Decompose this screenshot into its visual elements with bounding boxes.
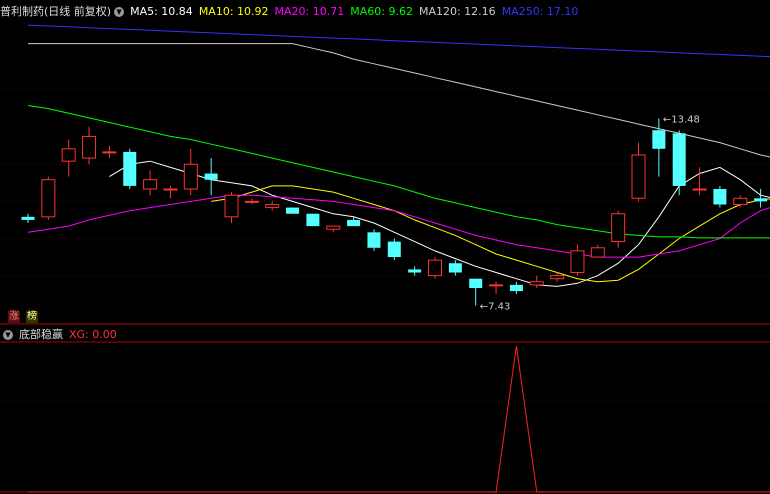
candle-body-down [713,189,727,205]
grid-lines [0,50,770,493]
candle-body-down [367,232,381,248]
candle-body-up [41,179,56,218]
indicator-title: 底部稳赢 [19,328,63,341]
candle-body-down [469,278,483,288]
candle-body-up [143,179,158,190]
candle-body-up [590,247,605,258]
chevron-down-icon[interactable]: ▼ [114,7,125,17]
candle-body-up [631,154,646,199]
candle-body-up [244,200,259,203]
candlesticks [21,118,768,306]
ma-label: MA10: 10.92 [198,5,269,18]
candle-body-up [163,188,178,191]
candle-body-down [754,198,768,202]
candle-body-up [224,194,239,218]
chart-canvas: ←13.48 ←7.43 [0,24,770,493]
candle-body-up [570,250,585,274]
ma-legend: MA5: 10.84 MA10: 10.92 MA20: 10.71 MA60: 9.… [130,5,584,18]
ma-label: MA20: 10.71 [274,5,345,18]
ma-label: MA60: 9.62 [350,5,413,18]
candle-body-down [408,269,422,273]
candle-body-up [265,203,280,209]
indicator-panel [28,345,770,493]
candle-body-up [550,275,565,280]
price-annotation: ←7.43 [480,302,511,313]
candle-body-down [306,213,320,227]
candle-body-up [529,281,544,286]
chevron-down-icon[interactable]: ▼ [3,330,13,340]
candle-body-up [428,259,442,277]
candle-body-up [733,197,748,205]
candle-body-up [611,213,626,243]
price-annotation: ←13.48 [663,114,700,125]
stock-title: 普利制药(日线 前复权) [0,5,112,18]
candle-body-up [183,163,198,190]
candle-body-up [82,135,97,159]
candle-body-up [489,284,504,287]
ma-label: MA5: 10.84 [130,5,193,18]
candle-body-down [387,241,401,258]
candle-body-down [448,263,462,273]
main-panel-header: 普利制药(日线 前复权) ▼ MA5: 10.84 MA10: 10.92 MA20: … [0,4,590,20]
ma-line-ma10 [211,185,770,283]
xg-value-label: XG: 0.00 [69,328,117,341]
ma-label: MA250: 17.10 [501,5,579,18]
price-annotations: ←13.48 ←7.43 [480,114,700,312]
candle-body-up [102,151,117,154]
candle-body-up [692,188,707,191]
xg-signal-line [28,345,770,493]
candle-body-up [61,148,76,162]
candle-body-down [204,173,218,180]
stock-tag: 榜 [26,311,38,323]
candle-body-down [21,216,35,220]
stock-tag: 涨 [8,311,20,323]
candle-body-down [672,133,686,186]
ma-label: MA120: 12.16 [418,5,496,18]
ma-line-ma250 [27,24,770,58]
candle-body-down [347,219,361,227]
sub-panel-header: ▼ 底部稳赢 XG: 0.00 [0,327,123,343]
candle-body-down [652,130,666,149]
candle-body-down [286,207,300,214]
candle-body-down [509,284,523,292]
candle-body-down [123,151,137,186]
candle-body-up [326,225,341,230]
